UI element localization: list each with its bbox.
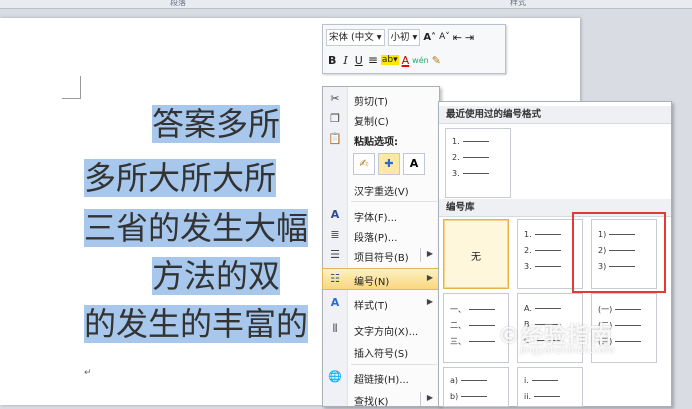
shrink-font-button[interactable]: A˅ (439, 32, 450, 42)
paragraph-mark: ↵ (84, 368, 92, 378)
menu-item-text-direction[interactable]: ⦀ 文字方向(X)... (323, 319, 439, 339)
grow-font-button[interactable]: A˄ (423, 32, 436, 43)
tile-number: a) (450, 376, 459, 385)
watermark-url: jingyanzhinan.com (520, 345, 615, 356)
menu-separator (351, 364, 437, 365)
context-menu[interactable]: ✂ 剪切(T) ❐ 复制(C) 📋 粘贴选项: ✍ ✚ A 汉字重选(V) A … (322, 86, 440, 409)
menu-item-find[interactable]: 查找(K) ▶ (323, 389, 439, 409)
doc-line-2[interactable]: 多所大所大所 (84, 159, 277, 197)
doc-line-5[interactable]: 的发生的丰富的 (84, 305, 309, 343)
increase-indent-icon[interactable]: ⇥ (465, 31, 474, 44)
merge-format-icon[interactable]: ✚ (378, 153, 400, 175)
margin-corner-mark (62, 76, 81, 99)
tile-number: 1. (452, 137, 460, 146)
tile-number: 2. (524, 246, 532, 255)
bold-button[interactable]: B (326, 54, 338, 67)
menu-item-label: 复制(C) (354, 117, 389, 128)
menu-item-hyperlink[interactable]: 🌐 超链接(H)... (323, 367, 439, 387)
split-divider (420, 248, 421, 262)
underline-button[interactable]: U (353, 54, 365, 67)
doc-line-1[interactable]: 答案多所 (152, 105, 281, 143)
ribbon-group-styles: 样式 (510, 0, 526, 7)
tile-number: 2. (452, 153, 460, 162)
font-size-dropdown[interactable]: 小初 ▾ (387, 28, 421, 46)
menu-item-reconvert[interactable]: 汉字重选(V) (323, 179, 439, 199)
menu-item-numbering[interactable]: ☷ 编号(N) ▶ (322, 268, 440, 290)
tile-number: 1. (524, 230, 532, 239)
numbering-icon: ☷ (330, 272, 340, 285)
tile-number: 3. (452, 169, 460, 178)
tile-number: b) (450, 392, 459, 401)
menu-item-label: 段落(P)... (354, 233, 398, 244)
copy-icon: ❐ (330, 112, 340, 125)
highlight-annotation-box (572, 212, 666, 293)
menu-separator (351, 201, 437, 202)
doc-line-4[interactable]: 方法的双 (152, 257, 281, 295)
split-divider (420, 392, 421, 406)
tile-number: 二、 (450, 321, 466, 330)
submenu-arrow-icon[interactable]: ▶ (427, 393, 433, 402)
doc-line-3[interactable]: 三省的发生大幅 (84, 209, 309, 247)
scissors-icon: ✂ (330, 92, 340, 105)
ribbon-strip: 段落 样式 (0, 0, 692, 9)
menu-item-label: 查找(K) (354, 397, 389, 408)
numbering-lower-alpha-tile[interactable]: a) b) (443, 367, 509, 407)
styles-icon: A (330, 296, 340, 309)
menu-item-label: 超链接(H)... (354, 375, 409, 386)
menu-item-label: 剪切(T) (354, 97, 388, 108)
menu-item-paragraph[interactable]: ≣ 段落(P)... (323, 225, 439, 245)
menu-item-label: 样式(T) (354, 301, 388, 312)
menu-item-label: 字体(F)... (354, 213, 398, 224)
menu-item-label: 项目符号(B) (354, 253, 409, 264)
menu-item-label: 粘贴选项: (354, 137, 398, 148)
tile-number: 三、 (450, 337, 466, 346)
highlight-button[interactable]: ab▾ (380, 55, 399, 65)
menu-item-styles[interactable]: A 样式(T) ▶ (323, 293, 439, 313)
clipboard-icon: 📋 (328, 132, 342, 145)
italic-button[interactable]: I (341, 54, 349, 67)
menu-item-insert-symbol[interactable]: 插入符号(S) (323, 341, 439, 361)
keep-format-icon[interactable]: ✍ (353, 153, 375, 175)
menu-item-bullets[interactable]: ☰ 项目符号(B) ▶ (323, 245, 439, 265)
menu-item-font[interactable]: A 字体(F)... (323, 205, 439, 225)
menu-item-paste-options: 📋 粘贴选项: (323, 129, 439, 149)
format-painter-icon[interactable]: ✎ (432, 54, 441, 67)
text-direction-icon: ⦀ (332, 322, 338, 335)
numbering-lower-roman-tile[interactable]: i. ii. (517, 367, 583, 407)
tile-number: (一) (598, 305, 613, 314)
tile-none-label: 无 (471, 252, 481, 263)
menu-item-cut[interactable]: ✂ 剪切(T) (323, 89, 439, 109)
font-name-dropdown[interactable]: 宋体 (中文 ▾ (326, 28, 385, 46)
paragraph-icon: ≣ (330, 228, 340, 241)
tile-number: 3. (524, 262, 532, 271)
text-only-icon[interactable]: A (403, 153, 425, 175)
submenu-arrow-icon[interactable]: ▶ (427, 273, 433, 282)
menu-item-label: 编号(N) (354, 277, 390, 288)
decrease-indent-icon[interactable]: ⇤ (453, 31, 462, 44)
submenu-arrow-icon[interactable]: ▶ (427, 249, 433, 258)
tile-number: i. (524, 376, 529, 385)
recent-format-tile[interactable]: 1. 2. 3. (445, 128, 511, 198)
menu-item-label: 汉字重选(V) (354, 187, 409, 198)
font-color-button[interactable]: A (402, 54, 410, 67)
tile-number: ii. (524, 392, 531, 401)
menu-item-label: 插入符号(S) (354, 349, 409, 360)
font-icon: A (330, 208, 340, 221)
center-button[interactable]: ≡ (368, 53, 378, 67)
menu-item-label: 文字方向(X)... (354, 327, 419, 338)
menu-item-copy[interactable]: ❐ 复制(C) (323, 109, 439, 129)
tile-number: A. (524, 304, 532, 313)
recent-formats-header: 最近使用过的编号格式 (439, 106, 671, 124)
mini-toolbar[interactable]: 宋体 (中文 ▾ 小初 ▾ A˄ A˅ ⇤ ⇥ B I U ≡ ab▾ A wé… (322, 24, 506, 74)
bullets-icon: ☰ (330, 248, 340, 261)
tile-number: 一、 (450, 305, 466, 314)
phonetic-guide-button[interactable]: wén (412, 56, 429, 65)
hyperlink-icon: 🌐 (328, 370, 342, 383)
ribbon-group-paragraph: 段落 (170, 0, 186, 7)
numbering-none-tile[interactable]: 无 (443, 219, 509, 289)
submenu-arrow-icon[interactable]: ▶ (427, 297, 433, 306)
